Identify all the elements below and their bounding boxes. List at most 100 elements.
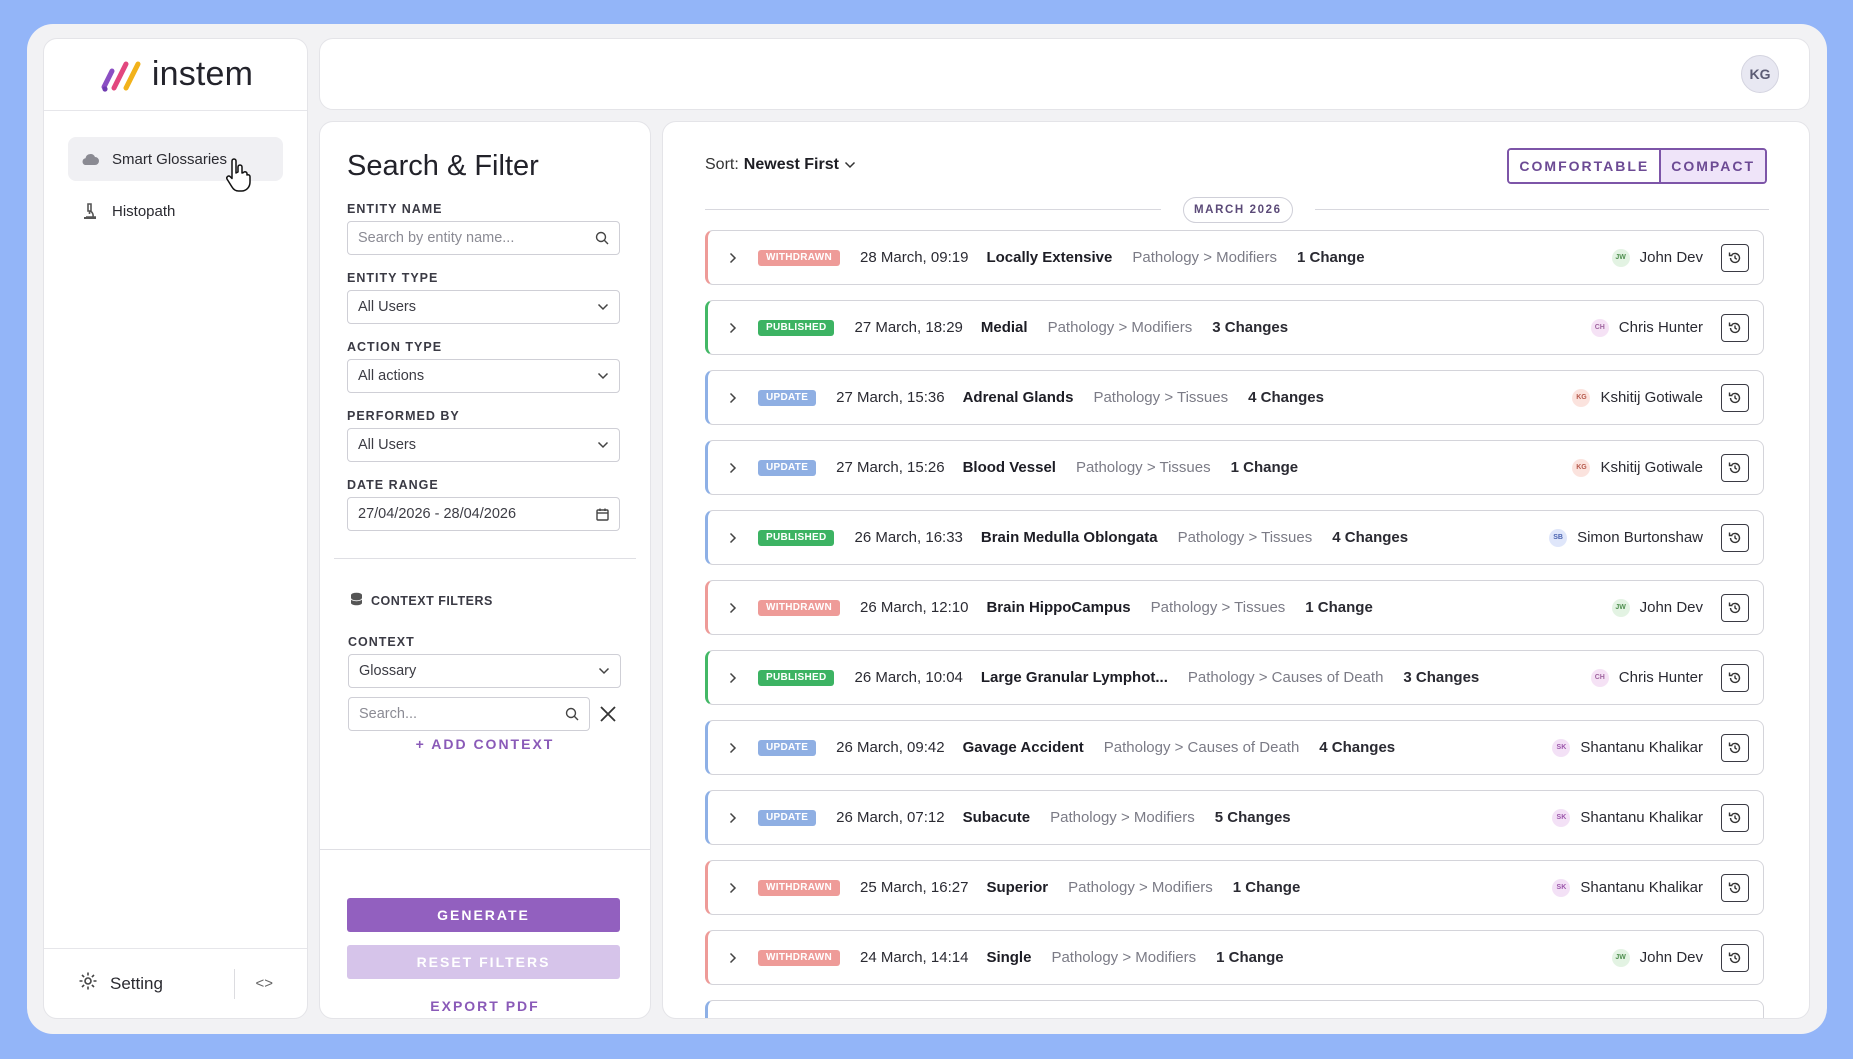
table-row[interactable]: UPDATE 27 March, 15:36 Adrenal Glands Pa… — [705, 370, 1764, 425]
top-bar: KG — [319, 38, 1810, 110]
row-path: Pathology > Tissues — [1075, 459, 1211, 476]
sidebar-item-label: Smart Glossaries — [112, 150, 228, 168]
chevron-right-icon[interactable] — [708, 252, 758, 264]
context-value: Glossary — [359, 663, 417, 679]
row-date: 27 March, 15:36 — [836, 389, 945, 406]
history-icon[interactable] — [1721, 383, 1749, 412]
row-date: 28 March, 09:19 — [860, 249, 969, 266]
table-row[interactable]: PUBLISHED 26 March, 16:33 Brain Medulla … — [705, 510, 1764, 565]
sort-dropdown[interactable]: Sort: Newest First — [705, 156, 856, 174]
chevron-right-icon[interactable] — [708, 392, 758, 404]
history-icon[interactable] — [1721, 803, 1749, 832]
context-filters-label: CONTEXT FILTERS — [371, 593, 493, 608]
table-row[interactable]: UPDATE 27 March, 15:26 Blood Vessel Path… — [705, 440, 1764, 495]
filter-actions-divider — [320, 849, 650, 850]
row-user-name: Shantanu Khalikar — [1580, 879, 1703, 896]
user-avatar[interactable]: KG — [1741, 55, 1779, 93]
chevron-down-icon — [844, 156, 856, 174]
action-type-select[interactable]: All actions — [347, 359, 620, 393]
row-path: Pathology > Modifiers — [1068, 879, 1213, 896]
add-context-button[interactable]: + ADD CONTEXT — [320, 736, 650, 752]
row-date: 26 March, 12:10 — [860, 599, 969, 616]
close-icon[interactable] — [598, 704, 618, 729]
table-row[interactable]: WITHDRAWN 24 March, 14:14 Single Patholo… — [705, 930, 1764, 985]
setting-label: Setting — [110, 973, 163, 993]
history-icon[interactable] — [1721, 453, 1749, 482]
entity-type-select[interactable]: All Users — [347, 290, 620, 324]
chevron-right-icon[interactable] — [708, 882, 758, 894]
avatar: CH — [1590, 668, 1609, 687]
entity-name-input[interactable]: Search by entity name... — [347, 221, 620, 255]
context-select[interactable]: Glossary — [348, 654, 621, 688]
table-row[interactable]: PUBLISHED 27 March, 18:29 Medial Patholo… — [705, 300, 1764, 355]
table-row[interactable]: PUBLISHED 26 March, 10:04 Large Granular… — [705, 650, 1764, 705]
context-label: CONTEXT — [348, 635, 415, 649]
performed-by-select[interactable]: All Users — [347, 428, 620, 462]
generate-button[interactable]: GENERATE — [347, 898, 620, 932]
context-search-input[interactable]: Search... — [348, 697, 590, 731]
footer-divider — [234, 968, 236, 999]
table-row[interactable]: WITHDRAWN 28 March, 09:19 Locally Extens… — [705, 230, 1764, 285]
logo: instem — [44, 39, 307, 111]
status-badge: UPDATE — [758, 389, 817, 406]
setting-button[interactable]: Setting — [78, 971, 234, 996]
chevron-right-icon[interactable] — [708, 742, 758, 754]
date-range-input[interactable]: 27/04/2026 - 28/04/2026 — [347, 497, 620, 531]
status-badge: WITHDRAWN — [758, 599, 841, 616]
comfortable-view-button[interactable]: COMFORTABLE — [1509, 150, 1660, 182]
gear-icon — [78, 971, 98, 996]
table-row[interactable] — [705, 1000, 1764, 1018]
row-user: JW John Dev — [1611, 598, 1703, 617]
row-entity-name: Adrenal Glands — [962, 389, 1074, 406]
context-filters-heading: CONTEXT FILTERS — [350, 592, 493, 609]
history-icon[interactable] — [1721, 313, 1749, 342]
row-user-name: Chris Hunter — [1618, 669, 1703, 686]
chevron-right-icon[interactable] — [708, 532, 758, 544]
status-badge: WITHDRAWN — [758, 949, 841, 966]
separator-line — [1315, 209, 1769, 210]
row-user-name: Chris Hunter — [1618, 319, 1703, 336]
chevron-right-icon[interactable] — [708, 322, 758, 334]
chevron-right-icon[interactable] — [708, 602, 758, 614]
reset-filters-button[interactable]: RESET FILTERS — [347, 945, 620, 979]
row-entity-name: Medial — [980, 319, 1028, 336]
table-row[interactable]: WITHDRAWN 25 March, 16:27 Superior Patho… — [705, 860, 1764, 915]
instem-logo-icon — [101, 61, 141, 92]
history-icon[interactable] — [1721, 663, 1749, 692]
performed-by-label: PERFORMED BY — [347, 409, 460, 423]
history-icon[interactable] — [1721, 593, 1749, 622]
row-entity-name: Brain HippoCampus — [986, 599, 1131, 616]
app-frame: instem Smart Glossaries Histopath Settin… — [27, 24, 1827, 1034]
chevron-right-icon[interactable] — [708, 462, 758, 474]
sidebar-footer: Setting <> — [44, 948, 307, 1018]
sidebar-item-histopath[interactable]: Histopath — [68, 189, 283, 233]
hand-cursor-icon — [226, 158, 251, 192]
chevron-down-icon — [597, 441, 609, 449]
row-user: CH Chris Hunter — [1590, 318, 1703, 337]
chevron-right-icon[interactable] — [708, 952, 758, 964]
row-entity-name: Gavage Accident — [962, 739, 1084, 756]
collapse-sidebar-toggle[interactable]: <> — [255, 975, 273, 992]
row-user: SK Shantanu Khalikar — [1552, 878, 1703, 897]
chevron-right-icon[interactable] — [708, 672, 758, 684]
chevron-right-icon[interactable] — [708, 812, 758, 824]
row-changes: 1 Change — [1216, 949, 1284, 966]
history-icon[interactable] — [1721, 243, 1749, 272]
search-icon — [565, 707, 579, 721]
action-type-value: All actions — [358, 368, 425, 384]
compact-view-button[interactable]: COMPACT — [1659, 150, 1765, 182]
row-path: Pathology > Modifiers — [1050, 809, 1195, 826]
history-icon[interactable] — [1721, 523, 1749, 552]
history-icon[interactable] — [1721, 733, 1749, 762]
history-icon[interactable] — [1721, 943, 1749, 972]
table-row[interactable]: UPDATE 26 March, 07:12 Subacute Patholog… — [705, 790, 1764, 845]
microscope-icon — [80, 202, 100, 220]
calendar-icon — [596, 508, 609, 521]
table-row[interactable]: WITHDRAWN 26 March, 12:10 Brain HippoCam… — [705, 580, 1764, 635]
sidebar-nav: Smart Glossaries Histopath — [44, 111, 307, 267]
table-row[interactable]: UPDATE 26 March, 09:42 Gavage Accident P… — [705, 720, 1764, 775]
export-pdf-button[interactable]: EXPORT PDF — [320, 998, 650, 1014]
row-date: 26 March, 09:42 — [836, 739, 945, 756]
history-icon[interactable] — [1721, 873, 1749, 902]
row-user: SB Simon Burtonshaw — [1549, 528, 1703, 547]
